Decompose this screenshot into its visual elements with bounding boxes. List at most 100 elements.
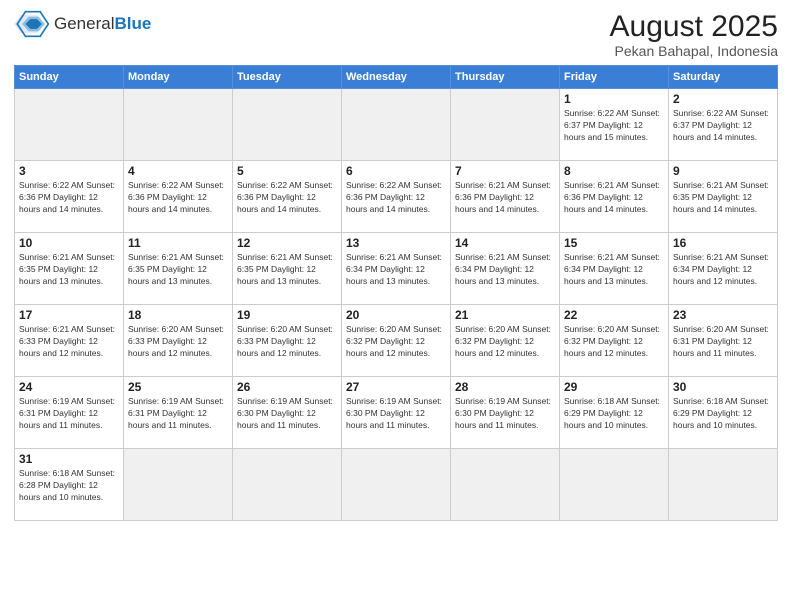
day-info: Sunrise: 6:22 AM Sunset: 6:36 PM Dayligh… — [346, 180, 446, 216]
day-info: Sunrise: 6:20 AM Sunset: 6:32 PM Dayligh… — [346, 324, 446, 360]
day-number: 12 — [237, 236, 337, 250]
calendar-page: GeneralBlue August 2025 Pekan Bahapal, I… — [0, 0, 792, 612]
day-info: Sunrise: 6:22 AM Sunset: 6:37 PM Dayligh… — [673, 108, 773, 144]
calendar-cell: 23 Sunrise: 6:20 AM Sunset: 6:31 PM Dayli… — [669, 305, 778, 377]
calendar-cell: 14Sunrise: 6:21 AM Sunset: 6:34 PM Dayli… — [451, 233, 560, 305]
day-info: Sunrise: 6:18 AM Sunset: 6:28 PM Dayligh… — [19, 468, 119, 504]
calendar-cell: 27Sunrise: 6:19 AM Sunset: 6:30 PM Dayli… — [342, 377, 451, 449]
calendar-cell — [233, 449, 342, 521]
calendar-cell — [669, 449, 778, 521]
day-info: Sunrise: 6:20 AM Sunset: 6:32 PM Dayligh… — [455, 324, 555, 360]
day-number: 3 — [19, 164, 119, 178]
day-number: 29 — [564, 380, 664, 394]
day-info: Sunrise: 6:21 AM Sunset: 6:36 PM Dayligh… — [455, 180, 555, 216]
calendar-cell: 18Sunrise: 6:20 AM Sunset: 6:33 PM Dayli… — [124, 305, 233, 377]
day-number: 30 — [673, 380, 773, 394]
day-info: Sunrise: 6:21 AM Sunset: 6:35 PM Dayligh… — [19, 252, 119, 288]
calendar-title: August 2025 — [610, 10, 778, 43]
calendar-week-row: 31 Sunrise: 6:18 AM Sunset: 6:28 PM Dayli… — [15, 449, 778, 521]
day-number: 1 — [564, 92, 664, 106]
calendar-cell: 28Sunrise: 6:19 AM Sunset: 6:30 PM Dayli… — [451, 377, 560, 449]
header: GeneralBlue August 2025 Pekan Bahapal, I… — [14, 10, 778, 59]
day-info: Sunrise: 6:19 AM Sunset: 6:31 PM Dayligh… — [128, 396, 228, 432]
day-number: 24 — [19, 380, 119, 394]
calendar-cell — [342, 449, 451, 521]
calendar-cell: 29 Sunrise: 6:18 AM Sunset: 6:29 PM Dayli… — [560, 377, 669, 449]
weekday-header: Friday — [560, 66, 669, 89]
day-number: 31 — [19, 452, 119, 466]
day-info: Sunrise: 6:22 AM Sunset: 6:36 PM Dayligh… — [128, 180, 228, 216]
weekday-header: Saturday — [669, 66, 778, 89]
weekday-header: Thursday — [451, 66, 560, 89]
logo-icon — [14, 10, 50, 38]
day-number: 21 — [455, 308, 555, 322]
day-info: Sunrise: 6:20 AM Sunset: 6:31 PM Dayligh… — [673, 324, 773, 360]
calendar-cell: 10 Sunrise: 6:21 AM Sunset: 6:35 PM Dayli… — [15, 233, 124, 305]
calendar-cell: 25 Sunrise: 6:19 AM Sunset: 6:31 PM Dayli… — [124, 377, 233, 449]
calendar-cell — [15, 89, 124, 161]
weekday-header: Monday — [124, 66, 233, 89]
day-info: Sunrise: 6:21 AM Sunset: 6:36 PM Dayligh… — [564, 180, 664, 216]
day-number: 14 — [455, 236, 555, 250]
day-info: Sunrise: 6:21 AM Sunset: 6:35 PM Dayligh… — [128, 252, 228, 288]
calendar-cell: 17Sunrise: 6:21 AM Sunset: 6:33 PM Dayli… — [15, 305, 124, 377]
day-info: Sunrise: 6:19 AM Sunset: 6:31 PM Dayligh… — [19, 396, 119, 432]
calendar-header: SundayMondayTuesdayWednesdayThursdayFrid… — [15, 66, 778, 89]
day-number: 8 — [564, 164, 664, 178]
day-number: 13 — [346, 236, 446, 250]
day-info: Sunrise: 6:21 AM Sunset: 6:34 PM Dayligh… — [346, 252, 446, 288]
day-info: Sunrise: 6:22 AM Sunset: 6:36 PM Dayligh… — [237, 180, 337, 216]
calendar-cell: 21 Sunrise: 6:20 AM Sunset: 6:32 PM Dayli… — [451, 305, 560, 377]
calendar-cell: 13 Sunrise: 6:21 AM Sunset: 6:34 PM Dayli… — [342, 233, 451, 305]
weekday-header: Sunday — [15, 66, 124, 89]
calendar-cell: 3 Sunrise: 6:22 AM Sunset: 6:36 PM Daylig… — [15, 161, 124, 233]
logo-text: GeneralBlue — [54, 15, 151, 34]
day-info: Sunrise: 6:21 AM Sunset: 6:34 PM Dayligh… — [673, 252, 773, 288]
day-info: Sunrise: 6:20 AM Sunset: 6:33 PM Dayligh… — [237, 324, 337, 360]
calendar-table: SundayMondayTuesdayWednesdayThursdayFrid… — [14, 65, 778, 521]
day-info: Sunrise: 6:19 AM Sunset: 6:30 PM Dayligh… — [455, 396, 555, 432]
weekday-header: Wednesday — [342, 66, 451, 89]
calendar-cell: 19 Sunrise: 6:20 AM Sunset: 6:33 PM Dayli… — [233, 305, 342, 377]
day-number: 18 — [128, 308, 228, 322]
day-number: 20 — [346, 308, 446, 322]
calendar-cell: 8 Sunrise: 6:21 AM Sunset: 6:36 PM Daylig… — [560, 161, 669, 233]
day-number: 26 — [237, 380, 337, 394]
calendar-cell: 2 Sunrise: 6:22 AM Sunset: 6:37 PM Daylig… — [669, 89, 778, 161]
calendar-week-row: 1 Sunrise: 6:22 AM Sunset: 6:37 PM Daylig… — [15, 89, 778, 161]
calendar-cell — [451, 449, 560, 521]
calendar-week-row: 10 Sunrise: 6:21 AM Sunset: 6:35 PM Dayli… — [15, 233, 778, 305]
calendar-cell: 6Sunrise: 6:22 AM Sunset: 6:36 PM Daylig… — [342, 161, 451, 233]
calendar-cell: 12Sunrise: 6:21 AM Sunset: 6:35 PM Dayli… — [233, 233, 342, 305]
day-number: 22 — [564, 308, 664, 322]
calendar-cell: 30 Sunrise: 6:18 AM Sunset: 6:29 PM Dayli… — [669, 377, 778, 449]
day-number: 25 — [128, 380, 228, 394]
calendar-cell — [233, 89, 342, 161]
day-number: 27 — [346, 380, 446, 394]
calendar-week-row: 17Sunrise: 6:21 AM Sunset: 6:33 PM Dayli… — [15, 305, 778, 377]
calendar-cell — [342, 89, 451, 161]
calendar-cell: 7 Sunrise: 6:21 AM Sunset: 6:36 PM Daylig… — [451, 161, 560, 233]
day-number: 4 — [128, 164, 228, 178]
calendar-cell: 11Sunrise: 6:21 AM Sunset: 6:35 PM Dayli… — [124, 233, 233, 305]
day-number: 7 — [455, 164, 555, 178]
weekday-header: Tuesday — [233, 66, 342, 89]
calendar-cell: 31 Sunrise: 6:18 AM Sunset: 6:28 PM Dayli… — [15, 449, 124, 521]
day-number: 9 — [673, 164, 773, 178]
day-number: 23 — [673, 308, 773, 322]
day-info: Sunrise: 6:21 AM Sunset: 6:34 PM Dayligh… — [564, 252, 664, 288]
calendar-cell: 22 Sunrise: 6:20 AM Sunset: 6:32 PM Dayli… — [560, 305, 669, 377]
day-info: Sunrise: 6:18 AM Sunset: 6:29 PM Dayligh… — [673, 396, 773, 432]
day-info: Sunrise: 6:21 AM Sunset: 6:35 PM Dayligh… — [673, 180, 773, 216]
day-info: Sunrise: 6:20 AM Sunset: 6:32 PM Dayligh… — [564, 324, 664, 360]
day-info: Sunrise: 6:21 AM Sunset: 6:33 PM Dayligh… — [19, 324, 119, 360]
day-info: Sunrise: 6:18 AM Sunset: 6:29 PM Dayligh… — [564, 396, 664, 432]
calendar-cell — [124, 89, 233, 161]
day-info: Sunrise: 6:19 AM Sunset: 6:30 PM Dayligh… — [237, 396, 337, 432]
day-number: 2 — [673, 92, 773, 106]
logo: GeneralBlue — [14, 10, 151, 38]
day-info: Sunrise: 6:22 AM Sunset: 6:36 PM Dayligh… — [19, 180, 119, 216]
day-number: 19 — [237, 308, 337, 322]
day-number: 10 — [19, 236, 119, 250]
title-block: August 2025 Pekan Bahapal, Indonesia — [610, 10, 778, 59]
